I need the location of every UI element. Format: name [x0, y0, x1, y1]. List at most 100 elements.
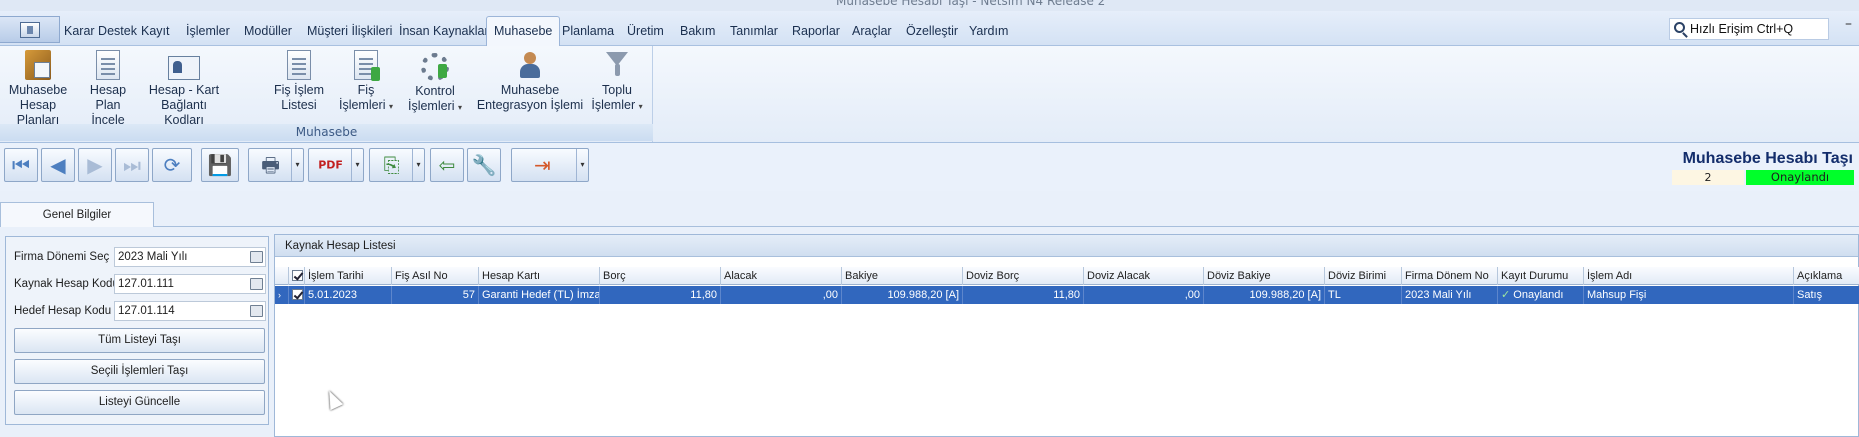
hedef-hesap-field[interactable]: 127.01.114 [114, 301, 266, 321]
previous-record-button[interactable]: ◀ [41, 148, 75, 182]
kontrol-islemleri-button[interactable]: Kontrol İşlemleri ▾ [404, 50, 466, 115]
page-title: Muhasebe Hesabı Taşı [1682, 150, 1853, 167]
application-menu-button[interactable] [0, 16, 60, 43]
col-kayit-durumu[interactable]: Kayıt Durumu [1498, 267, 1584, 285]
tab-insan-kaynaklari[interactable]: İnsan Kaynakları [399, 19, 492, 43]
exit-dropdown-arrow[interactable]: ▾ [576, 149, 588, 181]
col-aciklama[interactable]: Açıklama [1794, 267, 1859, 285]
copy-dropdown-arrow[interactable]: ▾ [412, 149, 424, 181]
secili-islemleri-tasi-button[interactable]: Seçili İşlemleri Taşı [14, 359, 265, 384]
tab-karar-destek[interactable]: Karar Destek [64, 19, 137, 43]
row-checkbox[interactable] [289, 286, 305, 304]
tab-araclar[interactable]: Araçlar [852, 19, 892, 43]
next-record-button[interactable]: ▶ [78, 148, 112, 182]
col-islem-tarihi[interactable]: İşlem Tarihi [305, 267, 392, 285]
row-indicator: › [275, 286, 289, 304]
tab-yardim[interactable]: Yardım [969, 19, 1008, 43]
col-doviz-birimi[interactable]: Döviz Birimi [1325, 267, 1402, 285]
toplu-islemler-button[interactable]: Toplu İşlemler ▾ [588, 50, 646, 114]
tab-islemler[interactable]: İşlemler [186, 19, 230, 43]
col-hesap-karti[interactable]: Hesap Kartı [479, 267, 600, 285]
import-button[interactable]: ⇦ [430, 148, 464, 182]
exit-button[interactable]: ⇥ ▾ [511, 148, 589, 182]
cell-fis-asil-no: 57 [392, 286, 479, 304]
tab-planlama[interactable]: Planlama [562, 19, 614, 43]
cell-doviz-alacak: ,00 [1084, 286, 1204, 304]
col-islem-adi[interactable]: İşlem Adı [1584, 267, 1794, 285]
document-search-icon [96, 50, 120, 80]
lookup-icon[interactable] [250, 278, 263, 290]
fis-islemleri-button[interactable]: Fiş İşlemleri ▾ [336, 50, 396, 114]
form-panel: Firma Dönemi Seç 2023 Mali Yılı Kaynak H… [5, 236, 269, 425]
id-card-icon [168, 56, 200, 80]
table-row[interactable]: › 5.01.2023 57 Garanti Hedef (TL) İmza 1… [275, 286, 1859, 304]
firma-donemi-label: Firma Dönemi Seç [14, 251, 110, 263]
tools-button[interactable]: 🔧 [467, 148, 501, 182]
cell-hesap-karti: Garanti Hedef (TL) İmza [479, 286, 600, 304]
tab-moduller[interactable]: Modüller [244, 19, 292, 43]
pdf-icon: PDF [318, 158, 343, 172]
search-icon [1674, 22, 1685, 33]
row-indicator-header [275, 267, 289, 285]
col-firma-donem-no[interactable]: Firma Dönem No [1402, 267, 1498, 285]
status-badge: Onaylandı [1746, 170, 1854, 185]
print-button[interactable]: 🖶 ▾ [248, 148, 304, 182]
tab-genel-bilgiler[interactable]: Genel Bilgiler [0, 202, 154, 227]
printer-icon: 🖶 [261, 153, 281, 177]
kaynak-hesap-label: Kaynak Hesap Kodu [14, 278, 119, 290]
hesap-kart-baglanti-kodlari-button[interactable]: Hesap - Kart Bağlantı Kodları [144, 50, 224, 128]
window-titlebar: Muhasebe Hesabı Taşı - Netsim N4 Release… [0, 0, 1859, 11]
tab-kayit[interactable]: Kayıt [141, 19, 170, 43]
tab-muhasebe[interactable]: Muhasebe [486, 16, 561, 47]
copy-button[interactable]: ⎘ ▾ [369, 148, 425, 182]
refresh-button[interactable]: ⟳ [152, 148, 192, 182]
kaynak-hesap-field[interactable]: 127.01.111 [114, 274, 266, 294]
col-bakiye[interactable]: Bakiye [842, 267, 963, 285]
listeyi-guncelle-button[interactable]: Listeyi Güncelle [14, 390, 265, 415]
lookup-icon[interactable] [250, 305, 263, 317]
hesap-plan-incele-button[interactable]: Hesap Plan İncele [80, 50, 136, 128]
ribbon: Muhasebe Hesap Planları Hesap Plan İncele … [0, 46, 1859, 143]
refresh-icon: ⟳ [163, 153, 181, 177]
select-all-checkbox[interactable] [289, 267, 305, 285]
ledger-book-icon [25, 50, 51, 80]
cell-firma-donem-no: 2023 Mali Yılı [1402, 286, 1498, 304]
col-doviz-bakiye[interactable]: Döviz Bakiye [1204, 267, 1325, 285]
tab-bakim[interactable]: Bakım [680, 19, 715, 43]
kaynak-hesap-grid: Kaynak Hesap Listesi İşlem Tarihi Fiş As… [274, 234, 1859, 437]
last-record-button[interactable]: ⏭ [115, 148, 149, 182]
tab-ozellestir[interactable]: Özelleştir [906, 19, 958, 43]
last-icon: ⏭ [123, 153, 141, 177]
fis-islem-listesi-button[interactable]: Fiş İşlem Listesi [274, 50, 324, 113]
tab-tanimlar[interactable]: Tanımlar [730, 19, 778, 43]
panel-tab-divider [0, 226, 1859, 227]
col-fis-asil-no[interactable]: Fiş Asıl No [392, 267, 479, 285]
user-integration-icon [517, 50, 543, 80]
print-dropdown-arrow[interactable]: ▾ [291, 149, 303, 181]
ribbon-minimize-button[interactable]: – [1845, 16, 1859, 36]
col-doviz-alacak[interactable]: Doviz Alacak [1084, 267, 1204, 285]
muhasebe-entegrasyon-islemi-button[interactable]: Muhasebe Entegrasyon İşlemi [475, 50, 585, 113]
tab-musteri-iliskileri[interactable]: Müşteri İlişkileri [307, 19, 392, 43]
quick-access-search[interactable]: Hızlı Erişim Ctrl+Q [1669, 18, 1829, 40]
tum-listeyi-tasi-button[interactable]: Tüm Listeyi Taşı [14, 328, 265, 353]
record-count: 2 [1672, 170, 1744, 185]
tab-raporlar[interactable]: Raporlar [792, 19, 840, 43]
firma-donemi-field[interactable]: 2023 Mali Yılı [114, 247, 266, 267]
export-pdf-button[interactable]: PDF ▾ [308, 148, 364, 182]
muhasebe-hesap-planlari-button[interactable]: Muhasebe Hesap Planları [5, 50, 71, 128]
save-delete-button[interactable]: 💾 [201, 148, 239, 182]
col-alacak[interactable]: Alacak [721, 267, 842, 285]
first-record-button[interactable]: ⏮ [4, 148, 38, 182]
cell-alacak: ,00 [721, 286, 842, 304]
col-borc[interactable]: Borç [600, 267, 721, 285]
bank-icon[interactable] [250, 251, 263, 263]
cell-aciklama: Satış [1797, 289, 1823, 301]
import-icon: ⇦ [438, 153, 456, 177]
pdf-dropdown-arrow[interactable]: ▾ [351, 149, 363, 181]
grid-title: Kaynak Hesap Listesi [275, 235, 1858, 257]
tab-uretim[interactable]: Üretim [627, 19, 664, 43]
next-icon: ▶ [87, 153, 103, 177]
col-doviz-borc[interactable]: Doviz Borç [963, 267, 1084, 285]
cell-doviz-bakiye: 109.988,20 [A] [1204, 286, 1325, 304]
